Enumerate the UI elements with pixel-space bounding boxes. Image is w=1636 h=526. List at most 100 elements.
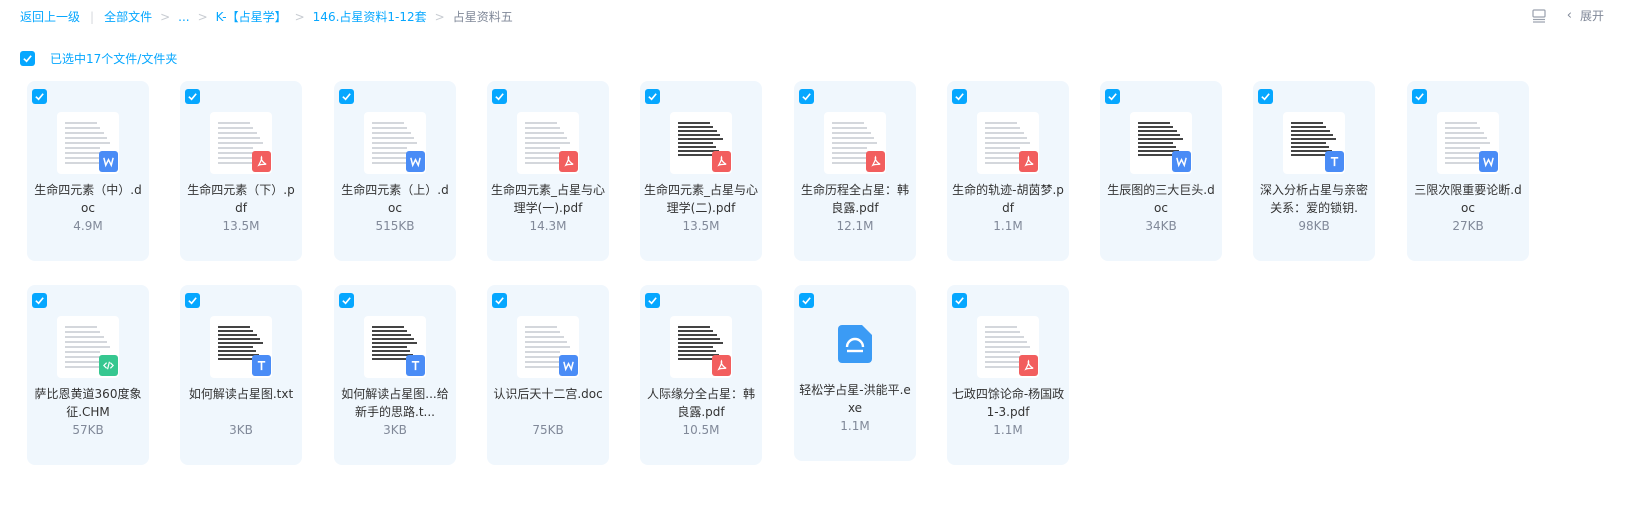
file-checkbox[interactable]: [952, 293, 967, 308]
breadcrumb-level1[interactable]: K-【占星学】: [216, 8, 287, 25]
file-size: 515KB: [375, 219, 415, 233]
file-checkbox[interactable]: [32, 293, 47, 308]
file-tile[interactable]: 生命四元素_占星与心理学(二).pdf 13.5M: [640, 81, 762, 261]
pdf-icon: [866, 151, 885, 172]
chevron-right-icon: >: [294, 9, 305, 24]
file-tile[interactable]: 三限次限重要论断.doc 27KB: [1407, 81, 1529, 261]
breadcrumb-level2[interactable]: 146.占星资料1-12套: [313, 8, 427, 25]
file-tile[interactable]: 萨比恩黄道360度象征.CHM 57KB: [27, 285, 149, 465]
file-size: 1.1M: [993, 423, 1023, 437]
top-bar: 返回上一级 | 全部文件 > ... > K-【占星学】 > 146.占星资料1…: [0, 0, 1636, 34]
file-name: 生命四元素_占星与心理学(二).pdf: [644, 183, 758, 215]
file-size: 75KB: [532, 423, 564, 437]
select-all-checkbox[interactable]: [20, 51, 35, 66]
file-checkbox[interactable]: [645, 293, 660, 308]
file-name: 七政四馀论命-杨国政1-3.pdf: [951, 387, 1065, 419]
file-tile[interactable]: 生命四元素（上）.doc 515KB: [334, 81, 456, 261]
file-name: 如何解读占星图.txt: [188, 387, 294, 401]
select-all-row: 已选中17个文件/文件夹: [20, 50, 177, 67]
file-size: 14.3M: [529, 219, 567, 233]
text-icon: [1325, 151, 1344, 172]
file-tile[interactable]: 生命四元素（中）.doc 4.9M: [27, 81, 149, 261]
text-icon: [252, 355, 271, 376]
file-checkbox[interactable]: [1258, 89, 1273, 104]
file-tile[interactable]: 生命历程全占星：韩良露.pdf 12.1M: [794, 81, 916, 261]
file-name: 生命四元素（上）.doc: [341, 183, 449, 215]
expand-button[interactable]: 展开: [1580, 7, 1604, 24]
file-name: 萨比恩黄道360度象征.CHM: [34, 387, 142, 419]
file-name: 生命四元素（下）.pdf: [187, 183, 295, 215]
file-checkbox[interactable]: [952, 89, 967, 104]
file-name: 深入分析占星与亲密关系：爱的锁钥.: [1259, 183, 1368, 215]
file-checkbox[interactable]: [185, 293, 200, 308]
file-tile[interactable]: 七政四馀论命-杨国政1-3.pdf 1.1M: [947, 285, 1069, 465]
file-checkbox[interactable]: [799, 293, 814, 308]
breadcrumb: 返回上一级 | 全部文件 > ... > K-【占星学】 > 146.占星资料1…: [20, 8, 513, 25]
file-name: 如何解读占星图...给新手的思路.t...: [341, 387, 449, 419]
file-checkbox[interactable]: [492, 89, 507, 104]
file-tile[interactable]: 如何解读占星图...给新手的思路.t... 3KB: [334, 285, 456, 465]
back-link[interactable]: 返回上一级: [20, 8, 80, 25]
word-icon: [559, 355, 578, 376]
file-name: 生命的轨迹-胡茵梦.pdf: [952, 183, 1064, 215]
file-tile[interactable]: 如何解读占星图.txt 3KB: [180, 285, 302, 465]
file-size: 3KB: [383, 423, 407, 437]
word-icon: [406, 151, 425, 172]
breadcrumb-current: 占星资料五: [452, 10, 513, 24]
file-checkbox[interactable]: [1412, 89, 1427, 104]
file-name: 三限次限重要论断.doc: [1414, 183, 1522, 215]
file-checkbox[interactable]: [185, 89, 200, 104]
file-tile[interactable]: 人际缘分全占星：韩良露.pdf 10.5M: [640, 285, 762, 465]
file-name: 人际缘分全占星：韩良露.pdf: [646, 387, 755, 419]
file-size: 1.1M: [993, 219, 1023, 233]
word-icon: [1479, 151, 1498, 172]
file-size: 3KB: [229, 423, 253, 437]
pdf-icon: [559, 151, 578, 172]
file-checkbox[interactable]: [32, 89, 47, 104]
file-checkbox[interactable]: [492, 293, 507, 308]
file-size: 1.1M: [840, 419, 870, 433]
view-controls: ‹ 展开: [1531, 7, 1604, 24]
file-tile[interactable]: 生命四元素（下）.pdf 13.5M: [180, 81, 302, 261]
file-tile[interactable]: 深入分析占星与亲密关系：爱的锁钥. 98KB: [1253, 81, 1375, 261]
breadcrumb-all-files[interactable]: 全部文件: [104, 8, 152, 25]
file-tile[interactable]: 轻松学占星-洪能平.exe 1.1M: [794, 285, 916, 461]
text-icon: [406, 355, 425, 376]
file-name: 生命四元素（中）.doc: [34, 183, 142, 215]
pdf-icon: [252, 151, 271, 172]
file-tile[interactable]: 认识后天十二宫.doc 75KB: [487, 285, 609, 465]
file-name: 轻松学占星-洪能平.exe: [799, 383, 911, 415]
code-icon: [99, 355, 118, 376]
file-tile[interactable]: 生辰图的三大巨头.doc 34KB: [1100, 81, 1222, 261]
file-name: 生辰图的三大巨头.doc: [1107, 183, 1215, 215]
file-size: 98KB: [1298, 219, 1330, 233]
chevron-right-icon: >: [197, 9, 208, 24]
file-checkbox[interactable]: [799, 89, 814, 104]
pdf-icon: [712, 355, 731, 376]
file-tile[interactable]: 生命的轨迹-胡茵梦.pdf 1.1M: [947, 81, 1069, 261]
file-name: 认识后天十二宫.doc: [493, 387, 603, 401]
selection-count: 已选中17个文件/文件夹: [50, 52, 178, 66]
pdf-icon: [1019, 151, 1038, 172]
file-size: 10.5M: [682, 423, 720, 437]
file-size: 13.5M: [222, 219, 260, 233]
file-name: 生命四元素_占星与心理学(一).pdf: [491, 183, 605, 215]
file-checkbox[interactable]: [645, 89, 660, 104]
file-size: 27KB: [1452, 219, 1484, 233]
file-size: 13.5M: [682, 219, 720, 233]
file-size: 57KB: [72, 423, 104, 437]
file-size: 34KB: [1145, 219, 1177, 233]
chevron-right-icon: >: [434, 9, 445, 24]
breadcrumb-ellipsis[interactable]: ...: [178, 10, 189, 24]
list-view-icon[interactable]: [1531, 8, 1547, 24]
file-checkbox[interactable]: [1105, 89, 1120, 104]
word-icon: [1172, 151, 1191, 172]
pdf-icon: [712, 151, 731, 172]
exe-icon: [838, 325, 872, 363]
chevron-right-icon: >: [160, 9, 171, 24]
chevron-left-icon[interactable]: ‹: [1567, 8, 1572, 23]
pdf-icon: [1019, 355, 1038, 376]
file-checkbox[interactable]: [339, 293, 354, 308]
file-checkbox[interactable]: [339, 89, 354, 104]
file-tile[interactable]: 生命四元素_占星与心理学(一).pdf 14.3M: [487, 81, 609, 261]
